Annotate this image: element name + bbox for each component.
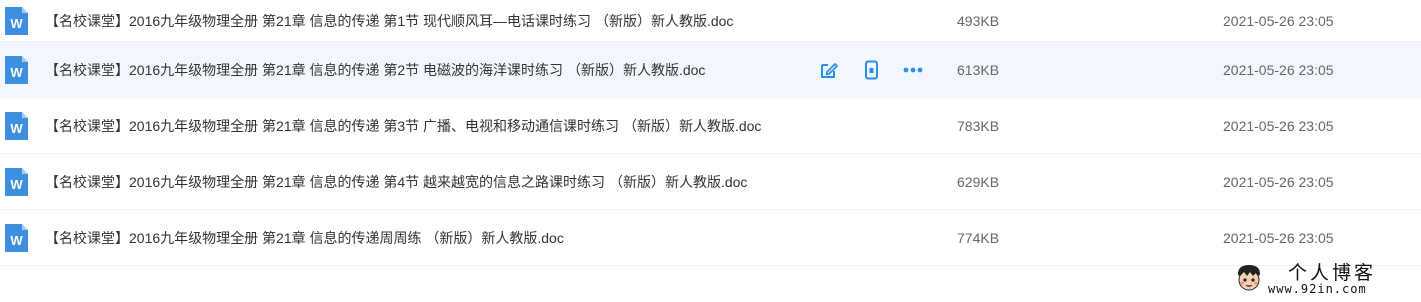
- file-name[interactable]: 【名校课堂】2016九年级物理全册 第21章 信息的传递 第2节 电磁波的海洋课…: [45, 60, 705, 80]
- file-name[interactable]: 【名校课堂】2016九年级物理全册 第21章 信息的传递 第4节 越来越宽的信息…: [45, 172, 747, 192]
- file-date: 2021-05-26 23:05: [1223, 12, 1334, 29]
- word-doc-icon: W: [5, 55, 28, 84]
- svg-text:W: W: [10, 233, 23, 248]
- svg-text:W: W: [10, 177, 23, 192]
- file-date: 2021-05-26 23:05: [1223, 61, 1334, 78]
- svg-text:W: W: [10, 121, 23, 136]
- file-list: W 【名校课堂】2016九年级物理全册 第21章 信息的传递 第1节 现代顺风耳…: [0, 0, 1421, 266]
- file-row[interactable]: W 【名校课堂】2016九年级物理全册 第21章 信息的传递周周练 （新版）新人…: [0, 210, 1421, 266]
- mobile-icon[interactable]: [860, 59, 882, 81]
- file-size: 613KB: [957, 61, 1000, 78]
- file-size: 774KB: [957, 229, 1000, 246]
- file-row[interactable]: W 【名校课堂】2016九年级物理全册 第21章 信息的传递 第3节 广播、电视…: [0, 98, 1421, 154]
- word-doc-icon: W: [5, 111, 28, 140]
- file-date: 2021-05-26 23:05: [1223, 173, 1334, 190]
- file-size: 493KB: [957, 12, 1000, 29]
- file-row[interactable]: W 【名校课堂】2016九年级物理全册 第21章 信息的传递 第4节 越来越宽的…: [0, 154, 1421, 210]
- cartoon-face-logo-icon: [1237, 265, 1261, 291]
- more-icon[interactable]: [902, 59, 924, 81]
- file-row[interactable]: W 【名校课堂】2016九年级物理全册 第21章 信息的传递 第2节 电磁波的海…: [0, 42, 1421, 98]
- watermark-title: 个人博客: [1288, 262, 1377, 284]
- row-actions: [818, 59, 924, 81]
- word-doc-icon: W: [5, 223, 28, 252]
- file-date: 2021-05-26 23:05: [1223, 229, 1334, 246]
- file-name[interactable]: 【名校课堂】2016九年级物理全册 第21章 信息的传递 第1节 现代顺风耳—电…: [45, 11, 733, 31]
- svg-text:W: W: [10, 16, 23, 31]
- watermark-url: www.92in.com: [1268, 282, 1367, 296]
- file-name[interactable]: 【名校课堂】2016九年级物理全册 第21章 信息的传递周周练 （新版）新人教版…: [45, 228, 564, 248]
- file-row[interactable]: W 【名校课堂】2016九年级物理全册 第21章 信息的传递 第1节 现代顺风耳…: [0, 0, 1421, 42]
- file-size: 783KB: [957, 117, 1000, 134]
- svg-text:W: W: [10, 65, 23, 80]
- file-name[interactable]: 【名校课堂】2016九年级物理全册 第21章 信息的传递 第3节 广播、电视和移…: [45, 116, 761, 136]
- word-doc-icon: W: [5, 6, 28, 35]
- blog-watermark: 个人博客 www.92in.com: [1228, 258, 1418, 300]
- edit-icon[interactable]: [818, 59, 840, 81]
- file-size: 629KB: [957, 173, 1000, 190]
- word-doc-icon: W: [5, 167, 28, 196]
- file-date: 2021-05-26 23:05: [1223, 117, 1334, 134]
